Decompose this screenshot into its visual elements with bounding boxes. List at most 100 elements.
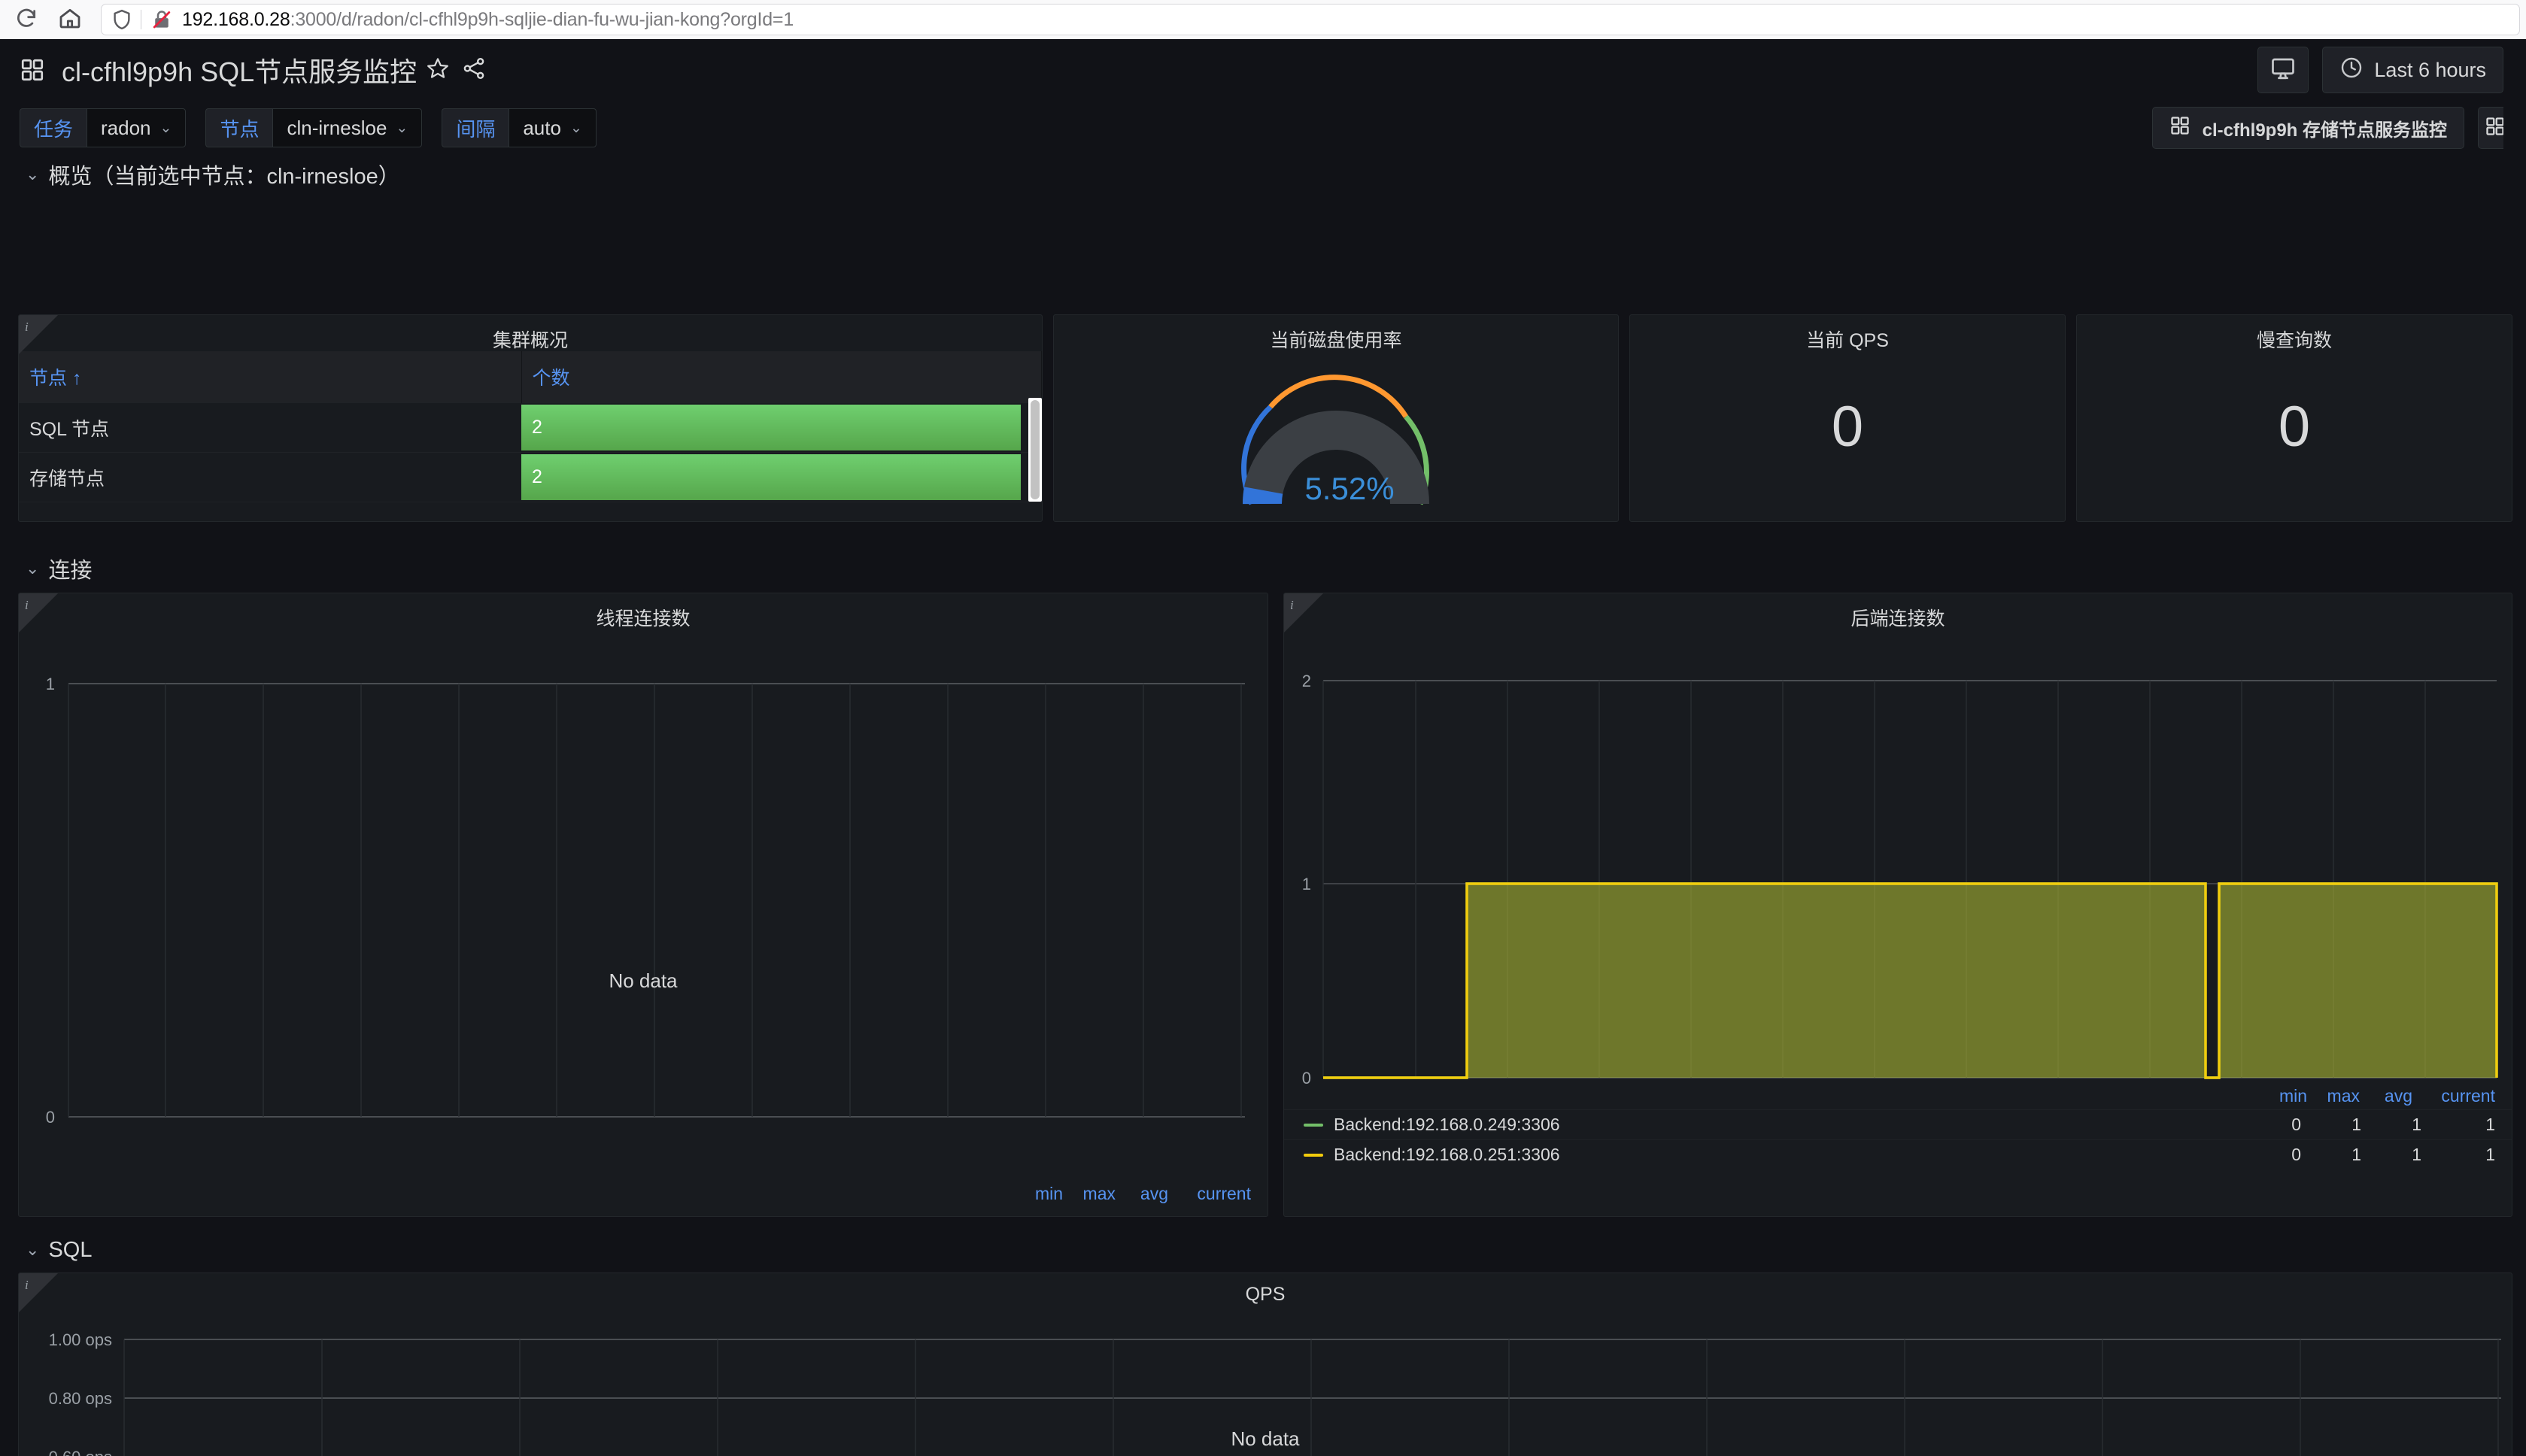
dashboard-link-label: cl-cfhl9p9h 存储节点服务监控 <box>2202 120 2447 141</box>
cell-node-name: 存储节点 <box>29 468 105 490</box>
dashboard-link-storage-monitor[interactable]: cl-cfhl9p9h 存储节点服务监控 <box>2151 107 2464 149</box>
row-title-overview: 概览（当前选中节点：cln-irnesloe） <box>48 165 400 189</box>
y-tick-label: 2 <box>1302 672 1311 690</box>
legend-item-backend-251[interactable]: Backend:192.168.0.251:3306 0 1 1 1 <box>1284 1139 2512 1169</box>
panel-slow-query-count[interactable]: 慢查询数 0 <box>2076 314 2512 522</box>
legend-value-avg: 1 <box>2412 1115 2421 1134</box>
time-range-label: Last 6 hours <box>2374 58 2486 81</box>
url-text: 192.168.0.28:3000/d/radon/cl-cfhl9p9h-sq… <box>182 9 794 31</box>
grafana-app: cl-cfhl9p9h SQL节点服务监控 Last 6 hours 任务 ra… <box>0 39 2526 1456</box>
panel-title-thread-connections: 线程连接数 <box>596 608 691 629</box>
browser-toolbar: 192.168.0.28:3000/d/radon/cl-cfhl9p9h-sq… <box>0 0 2526 39</box>
legend-header-max[interactable]: max <box>2307 1086 2360 1106</box>
panel-title-disk-usage: 当前磁盘使用率 <box>1270 330 1402 351</box>
cell-node-count: 2 <box>521 403 1042 453</box>
no-data-message: No data <box>1231 1427 1300 1450</box>
variable-node-select[interactable]: cln-irnesloe ⌄ <box>272 108 423 147</box>
variable-node-value: cln-irnesloe <box>287 116 387 139</box>
legend-value-max: 1 <box>2351 1145 2361 1164</box>
chevron-down-icon: ⌄ <box>159 120 172 136</box>
legend-value-current: 1 <box>2485 1115 2495 1134</box>
legend-series-name: Backend:192.168.0.251:3306 <box>1334 1145 1560 1164</box>
panel-title-slow-query: 慢查询数 <box>2256 330 2332 351</box>
cell-gauge-bar: 2 <box>521 405 1021 450</box>
panel-current-qps[interactable]: 当前 QPS 0 <box>1629 314 2066 522</box>
series-area-251 <box>1323 884 2497 1078</box>
legend-value-current: 1 <box>2485 1145 2495 1164</box>
info-icon[interactable]: i <box>25 598 29 613</box>
stat-value-slow-query: 0 <box>2278 394 2311 459</box>
variable-interval-value: auto <box>523 116 561 139</box>
home-button[interactable] <box>50 3 90 36</box>
dashboard-grid-icon <box>2485 116 2503 141</box>
column-header-node[interactable]: 节点 ↑ <box>19 351 522 403</box>
y-tick-label: 1 <box>1302 875 1311 893</box>
variable-interval-select[interactable]: auto ⌄ <box>509 108 597 147</box>
variable-task-select[interactable]: radon ⌄ <box>87 108 187 147</box>
dashboard-header: cl-cfhl9p9h SQL节点服务监控 Last 6 hours <box>0 39 2526 101</box>
info-icon[interactable]: i <box>25 320 29 335</box>
legend-header-max[interactable]: max <box>1063 1184 1116 1204</box>
legend-header-avg[interactable]: avg <box>1116 1184 1168 1204</box>
panel-cluster-overview[interactable]: i 集群概况 节点 ↑ 个数 SQL 节点 2 存储节点 2 <box>18 314 1043 522</box>
page-title: cl-cfhl9p9h SQL节点服务监控 <box>62 56 417 87</box>
legend-backend-connections: min max avg current Backend:192.168.0.24… <box>1284 1086 2512 1169</box>
table-scrollbar[interactable] <box>1028 398 1042 502</box>
panel-disk-usage-gauge[interactable]: 当前磁盘使用率 5.52% <box>1053 314 1619 522</box>
cell-gauge-bar: 2 <box>521 454 1021 500</box>
panel-title-qps: QPS <box>1245 1284 1286 1305</box>
shield-icon[interactable] <box>111 8 133 31</box>
star-icon <box>426 56 450 84</box>
gauge-svg: 5.52% <box>1241 375 1429 506</box>
variable-node-label: 节点 <box>205 108 273 147</box>
info-icon[interactable]: i <box>1290 598 1294 613</box>
header-actions: Last 6 hours <box>2257 47 2503 93</box>
row-title-connection: 连接 <box>48 559 93 583</box>
legend-value-avg: 1 <box>2412 1145 2421 1164</box>
dashboard-grid-icon <box>20 57 45 83</box>
chevron-down-icon: ⌄ <box>569 120 582 136</box>
column-header-count[interactable]: 个数 <box>521 351 1042 403</box>
y-tick-label: 1 <box>46 675 55 693</box>
variable-interval-label: 间隔 <box>442 108 509 147</box>
dashboard-title-group: cl-cfhl9p9h SQL节点服务监控 <box>20 50 417 89</box>
url-path: :3000/d/radon/cl-cfhl9p9h-sqljie-dian-fu… <box>290 8 794 30</box>
panel-backend-connections[interactable]: i 后端连接数 2 1 0 min max avg current Backen… <box>1283 593 2512 1217</box>
chevron-down-icon: ⌄ <box>396 120 408 136</box>
legend-color-swatch[interactable] <box>1304 1123 1323 1127</box>
row-header-connection[interactable]: ⌄ 连接 <box>0 549 92 588</box>
time-range-picker[interactable]: Last 6 hours <box>2322 47 2503 93</box>
y-tick-label: 0.80 ops <box>49 1389 112 1408</box>
share-button[interactable] <box>459 55 489 85</box>
legend-header-current[interactable]: current <box>1168 1184 1251 1204</box>
legend-item-backend-249[interactable]: Backend:192.168.0.249:3306 0 1 1 1 <box>1284 1109 2512 1139</box>
variable-task: 任务 radon ⌄ <box>20 108 187 147</box>
legend-header-min[interactable]: min <box>2254 1086 2307 1106</box>
legend-header-min[interactable]: min <box>1010 1184 1063 1204</box>
tv-mode-button[interactable] <box>2257 47 2309 93</box>
panel-qps-graph[interactable]: i QPS 1.00 ops 0.80 ops No data <box>18 1272 2512 1456</box>
row-header-overview[interactable]: ⌄ 概览（当前选中节点：cln-irnesloe） <box>0 155 2526 194</box>
address-bar[interactable]: 192.168.0.28:3000/d/radon/cl-cfhl9p9h-sq… <box>101 4 2520 35</box>
row-header-sql[interactable]: ⌄ SQL <box>0 1230 92 1269</box>
cell-count-value: 2 <box>532 417 542 438</box>
legend-header-avg[interactable]: avg <box>2360 1086 2412 1106</box>
y-tick-label: 0 <box>1302 1069 1311 1087</box>
table-row: 存储节点 2 <box>19 453 1042 502</box>
legend-color-swatch[interactable] <box>1304 1153 1323 1157</box>
cluster-overview-table: 节点 ↑ 个数 SQL 节点 2 存储节点 2 <box>19 351 1042 502</box>
legend-header-current[interactable]: current <box>2412 1086 2495 1106</box>
panel-thread-connections[interactable]: i 线程连接数 1 0 No data min max avg current <box>18 593 1268 1217</box>
reload-button[interactable] <box>6 3 47 36</box>
lock-crossed-icon[interactable] <box>149 8 175 31</box>
variable-task-label: 任务 <box>20 108 87 147</box>
info-icon[interactable]: i <box>25 1278 29 1293</box>
star-button[interactable] <box>423 55 453 85</box>
table-header-row: 节点 ↑ 个数 <box>19 351 1042 403</box>
scrollbar-thumb[interactable] <box>1031 400 1040 499</box>
clock-icon <box>2339 56 2364 85</box>
home-icon <box>58 6 82 34</box>
dashboard-link-secondary[interactable] <box>2478 107 2503 149</box>
gauge-value-text: 5.52% <box>1304 471 1394 506</box>
cell-node-count: 2 <box>521 453 1042 502</box>
